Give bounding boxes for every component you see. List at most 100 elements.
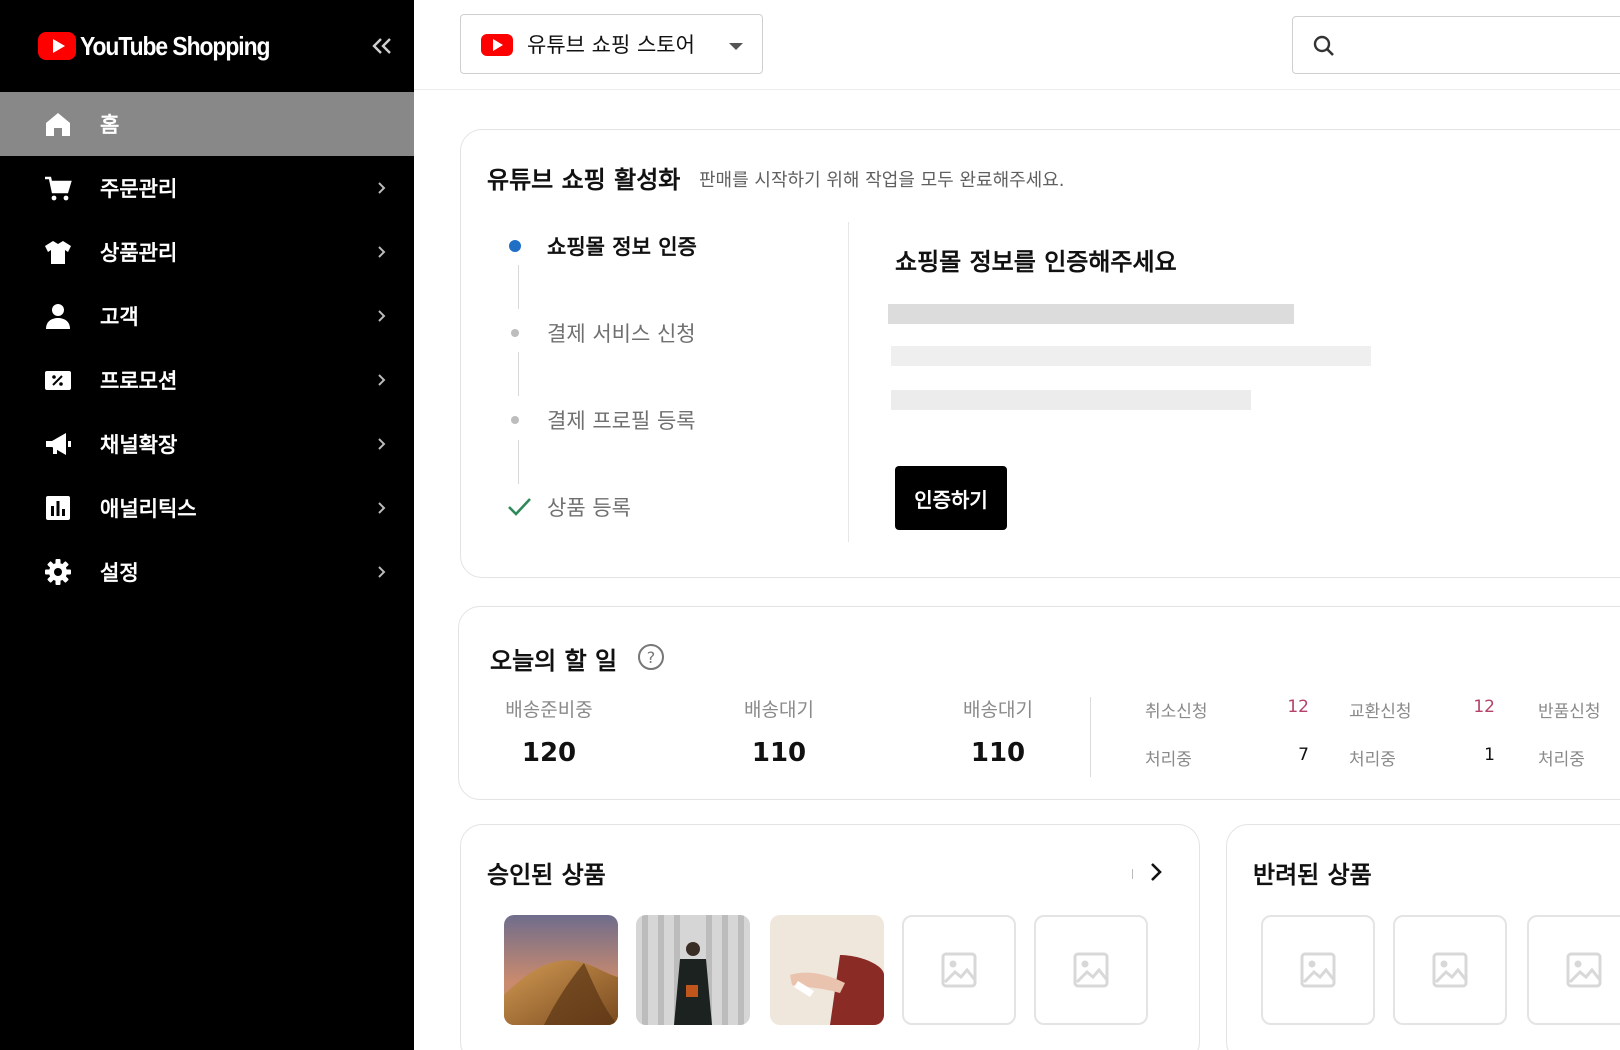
return-request-label[interactable]: 반품신청: [1538, 697, 1601, 722]
image-placeholder-icon: [1432, 952, 1468, 988]
sidebar-item-label: 채널확장: [100, 433, 178, 457]
product-thumbnail-placeholder[interactable]: [902, 915, 1016, 1025]
cancel-processing-count[interactable]: 7: [1279, 745, 1309, 765]
megaphone-icon: [44, 430, 72, 458]
activation-subtitle: 판매를 시작하기 위해 작업을 모두 완료해주세요.: [699, 170, 1065, 191]
exchange-request-count[interactable]: 12: [1465, 697, 1495, 717]
chevron-right-icon: [378, 246, 386, 258]
product-thumbnail-desert[interactable]: [504, 915, 618, 1025]
step-current-dot: [509, 240, 521, 252]
product-thumbnail-sandals[interactable]: [770, 915, 884, 1025]
double-chevron-left-icon: [372, 38, 391, 54]
product-thumbnail-placeholder[interactable]: [1034, 915, 1148, 1025]
skeleton-line: [888, 304, 1294, 324]
rejected-products-title: 반려된 상품: [1253, 861, 1372, 889]
skeleton-line: [891, 346, 1371, 366]
store-name: 유튜브 쇼핑 스토어: [527, 33, 695, 57]
step-label: 쇼핑몰 정보 인증: [547, 235, 697, 259]
approved-products-title: 승인된 상품: [487, 861, 606, 889]
stat-value: 120: [521, 738, 577, 768]
sidebar-item-home[interactable]: 홈: [0, 92, 414, 156]
sidebar-item-settings[interactable]: 설정: [0, 540, 414, 604]
sandals-photo: [770, 915, 884, 1025]
sidebar-item-products[interactable]: 상품관리: [0, 220, 414, 284]
steps-divider: [848, 222, 849, 542]
stat-value: 110: [751, 738, 807, 768]
sidebar-item-orders[interactable]: 주문관리: [0, 156, 414, 220]
approved-products-card: 승인된 상품: [460, 824, 1200, 1050]
chevron-right-icon: [378, 502, 386, 514]
sidebar-item-label: 애널리틱스: [100, 497, 197, 521]
person-icon: [44, 302, 72, 330]
return-processing-label[interactable]: 처리중: [1538, 745, 1585, 770]
sidebar: YouTube Shopping 홈 주문관리 상품관리 고객 프로모션 채널확…: [0, 0, 414, 1050]
stat-label: 배송대기: [963, 699, 1033, 721]
youtube-play-icon: [481, 34, 513, 56]
step-label: 결제 서비스 신청: [547, 322, 696, 346]
shirt-icon: [44, 238, 72, 266]
sidebar-item-label: 고객: [100, 305, 139, 329]
divider-tick: [1132, 869, 1133, 879]
sidebar-item-analytics[interactable]: 애널리틱스: [0, 476, 414, 540]
bar-chart-icon: [44, 494, 72, 522]
cancel-request-label[interactable]: 취소신청: [1145, 697, 1208, 722]
search-input[interactable]: [1351, 27, 1611, 63]
image-placeholder-icon: [1073, 952, 1109, 988]
cancel-processing-label[interactable]: 처리중: [1145, 745, 1192, 770]
sidebar-item-label: 홈: [100, 113, 120, 137]
stat-preparing-shipment[interactable]: 배송준비중 120: [499, 695, 599, 768]
collapse-sidebar-button[interactable]: [364, 28, 400, 64]
stats-divider: [1090, 697, 1091, 777]
checkmark-icon: [508, 498, 531, 516]
exchange-processing-label[interactable]: 처리중: [1349, 745, 1396, 770]
sidebar-item-customers[interactable]: 고객: [0, 284, 414, 348]
chevron-right-icon: [378, 182, 386, 194]
product-thumbnail-placeholder[interactable]: [1261, 915, 1375, 1025]
todays-tasks-title: 오늘의 할 일: [490, 647, 618, 675]
sidebar-item-label: 상품관리: [100, 241, 178, 265]
svg-text:?: ?: [647, 648, 656, 667]
product-thumbnail-fashion[interactable]: [636, 915, 750, 1025]
store-selector[interactable]: 유튜브 쇼핑 스토어: [460, 14, 763, 74]
chevron-right-icon: [378, 374, 386, 386]
cancel-request-count[interactable]: 12: [1279, 697, 1309, 717]
step-connector: [518, 352, 519, 396]
step-label: 상품 등록: [547, 496, 631, 520]
step-pending-dot: [511, 329, 519, 337]
home-icon: [44, 110, 72, 138]
coupon-icon: [44, 366, 72, 394]
product-thumbnail-placeholder[interactable]: [1393, 915, 1507, 1025]
sidebar-item-promotions[interactable]: 프로모션: [0, 348, 414, 412]
exchange-processing-count[interactable]: 1: [1465, 745, 1495, 765]
brand-name: YouTube Shopping: [80, 30, 270, 61]
gear-icon: [44, 558, 72, 586]
stat-label: 배송준비중: [505, 699, 593, 721]
exchange-request-label[interactable]: 교환신청: [1349, 697, 1412, 722]
fashion-model-photo: [636, 915, 750, 1025]
help-icon[interactable]: ?: [637, 643, 665, 671]
activation-title: 유튜브 쇼핑 활성화: [487, 166, 681, 194]
stat-label: 배송대기: [744, 699, 814, 721]
desert-dune-photo: [504, 915, 618, 1025]
skeleton-line: [891, 390, 1251, 410]
stat-awaiting-shipment-2[interactable]: 배송대기 110: [948, 695, 1048, 768]
chevron-right-icon: [378, 566, 386, 578]
image-placeholder-icon: [1300, 952, 1336, 988]
sidebar-item-channel-expansion[interactable]: 채널확장: [0, 412, 414, 476]
image-placeholder-icon: [1566, 952, 1602, 988]
chevron-right-icon: [378, 310, 386, 322]
verify-button[interactable]: 인증하기: [895, 466, 1007, 530]
youtube-shopping-logo[interactable]: YouTube Shopping: [38, 26, 295, 66]
step-connector: [518, 440, 519, 484]
search-box[interactable]: [1292, 16, 1620, 74]
product-thumbnail-placeholder[interactable]: [1527, 915, 1620, 1025]
stat-value: 110: [970, 738, 1026, 768]
youtube-play-icon: [38, 32, 76, 60]
cart-icon: [44, 174, 72, 202]
stat-awaiting-shipment[interactable]: 배송대기 110: [729, 695, 829, 768]
sidebar-item-label: 주문관리: [100, 177, 178, 201]
rejected-products-card: 반려된 상품: [1226, 824, 1620, 1050]
chevron-right-icon[interactable]: [1143, 859, 1169, 885]
step-label: 결제 프로필 등록: [547, 409, 696, 433]
verify-panel-title: 쇼핑몰 정보를 인증해주세요: [895, 248, 1177, 276]
